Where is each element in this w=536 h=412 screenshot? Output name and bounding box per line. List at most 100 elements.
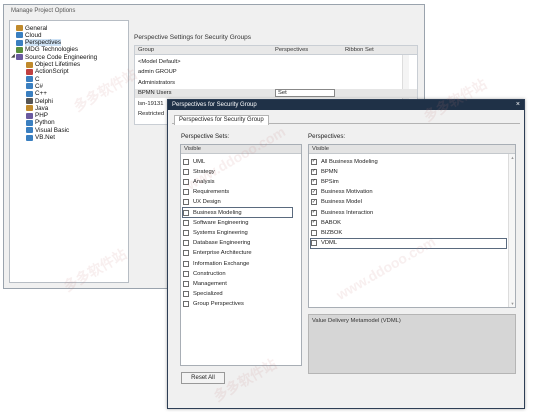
checkbox-checked-icon[interactable]: ✓ (311, 209, 317, 216)
dialog-tabbar: Perspectives for Security Group (172, 114, 520, 125)
list-item[interactable]: ✓ Business Motivation (311, 188, 506, 197)
list-item[interactable]: UX Design (183, 198, 292, 207)
list-item[interactable]: Requirements (183, 188, 292, 197)
list-item[interactable]: Specialized (183, 290, 292, 299)
list-header-visible: Visible (181, 145, 301, 154)
group-cell: <Model Default> (138, 58, 181, 65)
tree-node-icon (26, 83, 33, 90)
list-item-label: BIZBOK (321, 229, 343, 236)
table-row[interactable]: <Model Default> (135, 57, 417, 66)
list-item-label: Business Interaction (321, 209, 374, 216)
checkbox-icon[interactable] (183, 199, 189, 206)
checkbox-icon[interactable] (183, 240, 189, 247)
scroll-up-icon[interactable]: ▲ (510, 155, 515, 160)
options-tree[interactable]: General Cloud Perspectives MDG Technologies… (9, 20, 129, 283)
list-item-label: Specialized (193, 291, 223, 298)
tree-item[interactable]: VB.Net (26, 134, 55, 142)
list-item-label: Systems Engineering (193, 229, 248, 236)
checkbox-checked-icon[interactable]: ✓ (311, 168, 317, 175)
list-item-label: All Business Modeling (321, 158, 378, 165)
list-item[interactable]: ✓ BABOK (311, 218, 506, 227)
perspectives-scrollbar[interactable]: ▲ ▼ (508, 154, 515, 307)
list-item[interactable]: Information Exchange (183, 259, 292, 268)
list-item-label: Business Modeling (193, 209, 242, 216)
checkbox-icon[interactable] (311, 240, 317, 247)
tree-node-icon (16, 25, 23, 31)
list-item[interactable]: Analysis (183, 177, 292, 186)
checkbox-icon[interactable] (183, 301, 189, 308)
list-item[interactable]: Management (183, 279, 292, 288)
list-item-label: BPSim (321, 178, 339, 185)
checkbox-checked-icon[interactable]: ✓ (311, 189, 317, 196)
tree-expander-icon[interactable]: ◢ (11, 54, 16, 59)
list-item[interactable]: ✓ Business Model (311, 198, 506, 207)
list-item[interactable]: ✓ BPSim (311, 177, 506, 186)
list-item[interactable]: VDML (310, 237, 507, 249)
table-row[interactable]: Administrators (135, 78, 417, 87)
close-icon[interactable]: × (516, 101, 520, 109)
tree-node-icon (26, 127, 33, 134)
list-item[interactable]: ✓ BPMN (311, 167, 506, 176)
group-cell: lsn-19131 (138, 100, 164, 107)
perspectives-set-cell[interactable]: Set (275, 89, 335, 97)
checkbox-icon[interactable] (183, 270, 189, 277)
checkbox-checked-icon[interactable]: ✓ (311, 199, 317, 206)
column-header-group[interactable]: Group (135, 47, 275, 53)
tree-node-icon (26, 112, 33, 119)
list-item[interactable]: Systems Engineering (183, 228, 292, 237)
list-item[interactable]: Construction (183, 269, 292, 278)
scroll-down-icon[interactable]: ▼ (510, 301, 515, 306)
checkbox-icon[interactable] (183, 178, 189, 185)
tree-node-icon (26, 134, 33, 141)
list-item-label: Management (193, 280, 227, 287)
checkbox-icon[interactable] (183, 219, 189, 226)
group-cell: Administrators (138, 79, 176, 86)
list-item[interactable]: Software Engineering (183, 218, 292, 227)
list-item[interactable]: Database Engineering (183, 239, 292, 248)
reset-all-button[interactable]: Reset All (181, 372, 225, 384)
perspective-settings-title: Perspective Settings for Security Groups (134, 34, 252, 41)
column-header-ribbon-set[interactable]: Ribbon Set (345, 47, 405, 53)
checkbox-icon[interactable] (183, 189, 189, 196)
checkbox-checked-icon[interactable]: ✓ (311, 219, 317, 226)
list-item[interactable]: Enterprise Architecture (183, 249, 292, 258)
list-item[interactable]: Group Perspectives (183, 300, 292, 309)
checkbox-checked-icon[interactable]: ✓ (311, 178, 317, 185)
tree-node-icon (26, 68, 33, 75)
checkbox-icon[interactable] (183, 250, 189, 257)
checkbox-checked-icon[interactable]: ✓ (311, 158, 317, 165)
list-header-visible: Visible (309, 145, 515, 154)
list-item-label: BPMN (321, 168, 338, 175)
grid-header: Group Perspectives Ribbon Set (135, 46, 417, 55)
list-item[interactable]: UML (183, 157, 292, 166)
list-item-label: Requirements (193, 189, 230, 196)
checkbox-icon[interactable] (183, 158, 189, 165)
checkbox-icon[interactable] (311, 229, 317, 236)
list-item-label: UX Design (193, 199, 221, 206)
list-item[interactable]: Strategy (183, 167, 292, 176)
list-item[interactable]: ✓ Business Interaction (311, 208, 506, 217)
dialog-title: Perspectives for Security Group (168, 100, 524, 110)
perspective-description: Value Delivery Metamodel (VDML) (308, 314, 516, 374)
checkbox-icon[interactable] (183, 209, 189, 216)
list-item-label: Business Model (321, 199, 362, 206)
tab-perspectives-for-security-group[interactable]: Perspectives for Security Group (174, 115, 269, 125)
tree-node-icon (16, 54, 23, 61)
list-item-label: Group Perspectives (193, 301, 244, 308)
checkbox-icon[interactable] (183, 291, 189, 298)
list-item[interactable]: Business Modeling (182, 207, 293, 218)
list-item[interactable]: BIZBOK (311, 228, 506, 237)
window-title: Manage Project Options (4, 5, 424, 17)
table-row[interactable]: admin GROUP (135, 68, 417, 77)
checkbox-icon[interactable] (183, 168, 189, 175)
perspective-sets-list[interactable]: Visible UML Strategy Analysis Requirements U… (180, 144, 302, 366)
perspectives-list[interactable]: Visible ▲ ▼ ✓ All Business Modeling ✓ BPMN ✓… (308, 144, 516, 308)
table-row[interactable]: BPMN Users Set (135, 88, 417, 98)
column-header-perspectives[interactable]: Perspectives (275, 47, 345, 53)
list-item-label: BABOK (321, 219, 341, 226)
checkbox-icon[interactable] (183, 229, 189, 236)
checkbox-icon[interactable] (183, 260, 189, 267)
checkbox-icon[interactable] (183, 280, 189, 287)
group-cell: BPMN Users (138, 90, 172, 96)
list-item[interactable]: ✓ All Business Modeling (311, 157, 506, 166)
